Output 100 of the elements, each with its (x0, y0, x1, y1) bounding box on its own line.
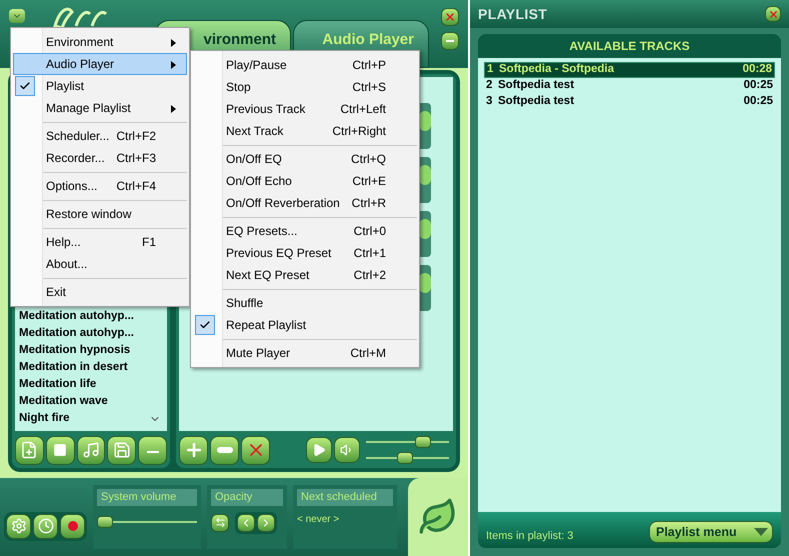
music-button[interactable] (76, 436, 106, 464)
mute-button[interactable] (334, 437, 360, 463)
stop-button[interactable] (46, 436, 75, 464)
menu-item[interactable]: Previous Track Ctrl+Left (193, 98, 417, 120)
track-row[interactable]: 2 Softpedia test 00:25 (484, 78, 775, 94)
new-playlist-button[interactable] (15, 436, 44, 464)
track-title: Softpedia test (498, 78, 574, 94)
settings-icon (10, 518, 26, 534)
group-label: Next scheduled (297, 489, 393, 506)
menu-shortcut: Ctrl+S (352, 79, 386, 96)
menu-item-label: About... (46, 256, 88, 273)
stop-icon (53, 443, 68, 457)
slider-thumb[interactable] (414, 436, 431, 448)
menu-item[interactable]: On/Off Reverberation Ctrl+R (193, 192, 417, 214)
more-button[interactable] (138, 436, 167, 464)
settings-button[interactable] (6, 514, 31, 538)
increase-button[interactable] (257, 514, 275, 532)
menu-shortcut: Ctrl+F2 (116, 128, 156, 145)
menu-item[interactable]: On/Off Echo Ctrl+E (193, 170, 417, 192)
submenu-arrow-icon (171, 39, 176, 47)
menu-item[interactable]: Shuffle (193, 292, 417, 314)
dropdown-button[interactable] (9, 9, 25, 23)
menu-item-label: Previous EQ Preset (226, 245, 332, 262)
track-list-item[interactable]: Meditation hypnosis (15, 342, 167, 359)
menu-shortcut: F1 (142, 234, 156, 251)
opacity-toggle-button[interactable] (211, 514, 229, 532)
menu-item-label: Stop (226, 79, 251, 96)
menu-item[interactable]: Repeat Playlist (193, 314, 417, 336)
menu-item[interactable]: Mute Player Ctrl+M (193, 342, 417, 364)
group-label: Opacity (211, 489, 283, 506)
next-scheduled-value: < never > (297, 512, 340, 526)
menu-item[interactable]: Recorder... Ctrl+F3 (13, 147, 187, 169)
menu-item-label: Scheduler... (46, 128, 110, 145)
menu-item-label: Next EQ Preset (226, 267, 310, 284)
menu-item-label: Recorder... (46, 150, 105, 167)
menu-item[interactable]: About... (13, 253, 187, 275)
menu-item-label: On/Off Reverberation (226, 195, 340, 212)
menu-item[interactable]: Previous EQ Preset Ctrl+1 (193, 242, 417, 264)
track-number: 3 (486, 94, 494, 110)
menu-item[interactable]: Stop Ctrl+S (193, 76, 417, 98)
menu-item[interactable]: Exit (13, 281, 187, 303)
close-button[interactable] (441, 8, 459, 26)
record-icon (68, 521, 78, 531)
clock-button[interactable] (33, 514, 58, 538)
track-list-item[interactable]: Night fire (15, 410, 167, 427)
menu-item-label: Playlist (46, 78, 84, 95)
menu-item[interactable]: Restore window (13, 203, 187, 225)
menu-item[interactable]: On/Off EQ Ctrl+Q (193, 148, 417, 170)
slider-thumb[interactable] (97, 516, 113, 528)
menu-item[interactable]: Scheduler... Ctrl+F2 (13, 125, 187, 147)
playlist-menu-button[interactable]: Playlist menu (649, 521, 773, 543)
menu-item-label: Environment (46, 34, 114, 51)
menu-item-label: On/Off EQ (226, 151, 282, 168)
menu-item[interactable]: Next EQ Preset Ctrl+2 (193, 264, 417, 286)
menu-shortcut: Ctrl+M (350, 345, 386, 362)
window-title: PLAYLIST (478, 4, 548, 24)
close-icon (444, 11, 456, 23)
check-icon (19, 80, 31, 92)
save-button[interactable] (107, 436, 136, 464)
slider[interactable] (366, 452, 449, 464)
slider[interactable] (366, 436, 449, 448)
menu-shortcut: Ctrl+1 (354, 245, 386, 262)
swap-icon (214, 517, 226, 528)
menu-item-label: EQ Presets... (226, 223, 298, 240)
slider-thumb[interactable] (397, 452, 414, 464)
menu-item-label: Exit (46, 284, 66, 301)
play-button[interactable] (306, 437, 332, 463)
decrease-button[interactable] (237, 514, 255, 532)
track-list-item[interactable]: Meditation autohyp... (15, 308, 167, 325)
menu-shortcut: Ctrl+E (352, 173, 386, 190)
tag-button[interactable] (210, 436, 239, 464)
track-row[interactable]: 1 Softpedia - Softpedia 00:28 (484, 62, 775, 78)
minimize-button[interactable] (441, 32, 459, 50)
menu-item-label: Repeat Playlist (226, 317, 306, 334)
track-list-item[interactable]: Meditation life (15, 376, 167, 393)
delete-button[interactable] (241, 436, 270, 464)
menu-item[interactable]: Audio Player (13, 53, 187, 75)
new-file-icon (20, 441, 38, 459)
menu-item[interactable]: Playlist (13, 75, 187, 97)
track-row[interactable]: 3 Softpedia test 00:25 (484, 94, 775, 110)
menu-item[interactable]: Next Track Ctrl+Right (193, 120, 417, 142)
track-list-item[interactable]: Meditation wave (15, 393, 167, 410)
track-list-item[interactable]: Meditation in desert (15, 359, 167, 376)
menu-shortcut: Ctrl+Q (350, 151, 386, 168)
close-button[interactable] (765, 6, 781, 22)
menu-shortcut: Ctrl+Left (340, 101, 386, 118)
slider[interactable] (97, 516, 197, 528)
menu-item[interactable]: Options... Ctrl+F4 (13, 175, 187, 197)
panel-header: AVAILABLE TRACKS (568, 38, 691, 55)
close-icon (768, 8, 778, 20)
menu-item[interactable]: Help... F1 (13, 231, 187, 253)
save-icon (112, 441, 131, 459)
track-list-item[interactable]: Meditation autohyp... (15, 325, 167, 342)
menu-item[interactable]: EQ Presets... Ctrl+0 (193, 220, 417, 242)
menu-item[interactable]: Manage Playlist (13, 97, 187, 119)
menu-item-label: Manage Playlist (46, 100, 131, 117)
record-button[interactable] (60, 514, 85, 538)
track-number: 1 (487, 62, 494, 78)
add-button[interactable] (179, 436, 208, 464)
menu-item-label: Help... (46, 234, 81, 251)
